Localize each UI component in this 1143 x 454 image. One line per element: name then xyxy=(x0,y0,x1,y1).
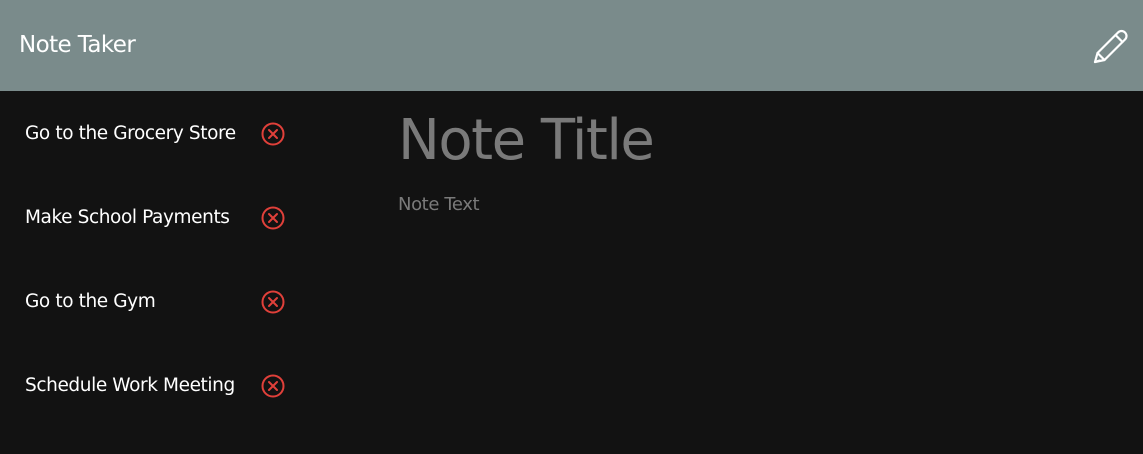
list-item[interactable]: Schedule Work Meeting xyxy=(0,343,364,427)
notes-sidebar: Go to the Grocery Store Make School Paym… xyxy=(0,91,364,454)
navbar: Note Taker xyxy=(0,0,1143,91)
app-title[interactable]: Note Taker xyxy=(19,30,136,60)
note-title-label: Make School Payments xyxy=(25,207,230,228)
pencil-icon xyxy=(1093,29,1128,64)
note-title-label: Go to the Grocery Store xyxy=(25,123,236,144)
circle-x-icon xyxy=(261,290,285,314)
list-item[interactable]: Go to the Gym xyxy=(0,259,364,343)
delete-note-button[interactable] xyxy=(260,373,286,399)
note-text-input[interactable] xyxy=(398,191,1098,431)
note-title-label: Go to the Gym xyxy=(25,291,156,312)
circle-x-icon xyxy=(261,374,285,398)
list-item[interactable]: Make School Payments xyxy=(0,175,364,259)
delete-note-button[interactable] xyxy=(260,121,286,147)
circle-x-icon xyxy=(261,206,285,230)
delete-note-button[interactable] xyxy=(260,289,286,315)
note-title-label: Schedule Work Meeting xyxy=(25,375,235,396)
list-item[interactable]: Go to the Grocery Store xyxy=(0,91,364,175)
note-title-input[interactable] xyxy=(398,105,1098,177)
delete-note-button[interactable] xyxy=(260,205,286,231)
new-note-button[interactable] xyxy=(1088,25,1132,69)
note-editor xyxy=(364,91,1143,454)
circle-x-icon xyxy=(261,122,285,146)
